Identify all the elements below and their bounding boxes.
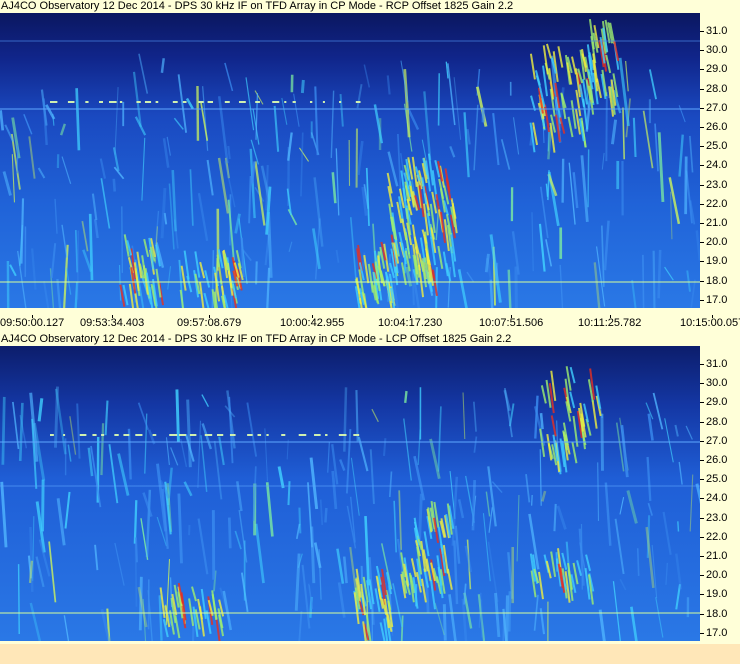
lcp-frequency-tick-label: 17.0: [699, 626, 728, 639]
rcp-frequency-tick-label: 20.0: [699, 236, 728, 249]
lcp-frequency-tick-label: 24.0: [699, 492, 728, 505]
rcp-frequency-tick-label: 19.0: [699, 255, 728, 268]
lcp-frequency-tick-label: 18.0: [699, 607, 728, 620]
time-tick-label: 10:04:17.230: [378, 315, 443, 329]
rcp-frequency-tick-label: 28.0: [699, 82, 728, 95]
rcp-spectrogram: [0, 13, 700, 308]
lcp-frequency-tick-label: 21.0: [699, 550, 728, 562]
lcp-frequency-tick-label: 26.0: [699, 454, 728, 466]
rcp-frequency-tick-label: 25.0: [699, 140, 728, 153]
rcp-frequency-tick-label: 22.0: [699, 197, 728, 210]
bottom-panel-title: AJ4CO Observatory 12 Dec 2014 - DPS 30 k…: [0, 333, 701, 346]
lcp-frequency-tick-label: 23.0: [699, 511, 728, 524]
rcp-frequency-tick-label: 21.0: [699, 217, 728, 229]
status-strip: [0, 644, 740, 664]
time-axis: 09:50:00.127 09:53:34.403 09:57:08.679 10:0…: [0, 315, 740, 331]
rcp-frequency-tick-label: 31.0: [699, 25, 728, 37]
lcp-spectrogram: [0, 346, 700, 641]
time-tick-label: 09:53:34.403: [80, 315, 145, 329]
time-tick-label: 10:11:25.782: [578, 315, 642, 329]
lcp-frequency-tick-label: 19.0: [699, 588, 728, 601]
time-tick-label: 10:15:00.057: [680, 315, 740, 329]
time-tick-label: 10:00:42.955: [280, 315, 345, 329]
time-tick-label: 09:50:00.127: [0, 315, 65, 329]
rcp-frequency-tick-label: 27.0: [699, 101, 728, 114]
rcp-frequency-tick-label: 30.0: [699, 44, 728, 57]
lcp-frequency-tick-label: 20.0: [699, 569, 728, 582]
lcp-frequency-tick-label: 29.0: [699, 396, 728, 409]
rcp-frequency-tick-label: 17.0: [699, 293, 728, 306]
time-tick-label: 09:57:08.679: [177, 315, 242, 329]
lcp-frequency-tick-label: 28.0: [699, 415, 728, 428]
rcp-frequency-tick-label: 29.0: [699, 63, 728, 76]
lcp-frequency-tick-label: 31.0: [699, 358, 728, 370]
time-tick-label: 10:07:51.506: [479, 315, 544, 329]
lcp-frequency-axis: 31.0 30.0 29.0 28.0 27.0 26.0 25.0 24.0 23.0 22.0…: [699, 346, 740, 641]
rcp-frequency-tick-label: 18.0: [699, 274, 728, 287]
top-panel-title: AJ4CO Observatory 12 Dec 2014 - DPS 30 k…: [0, 0, 701, 13]
lcp-frequency-tick-label: 22.0: [699, 530, 728, 543]
lcp-frequency-tick-label: 30.0: [699, 377, 728, 390]
rcp-frequency-tick-label: 23.0: [699, 178, 728, 191]
lcp-frequency-tick-label: 27.0: [699, 434, 728, 447]
lcp-frequency-tick-label: 25.0: [699, 473, 728, 486]
rcp-frequency-tick-label: 26.0: [699, 121, 728, 133]
rcp-frequency-axis: 31.0 30.0 29.0 28.0 27.0 26.0 25.0 24.0 23.0 22.0…: [699, 13, 740, 308]
rcp-frequency-tick-label: 24.0: [699, 159, 728, 172]
